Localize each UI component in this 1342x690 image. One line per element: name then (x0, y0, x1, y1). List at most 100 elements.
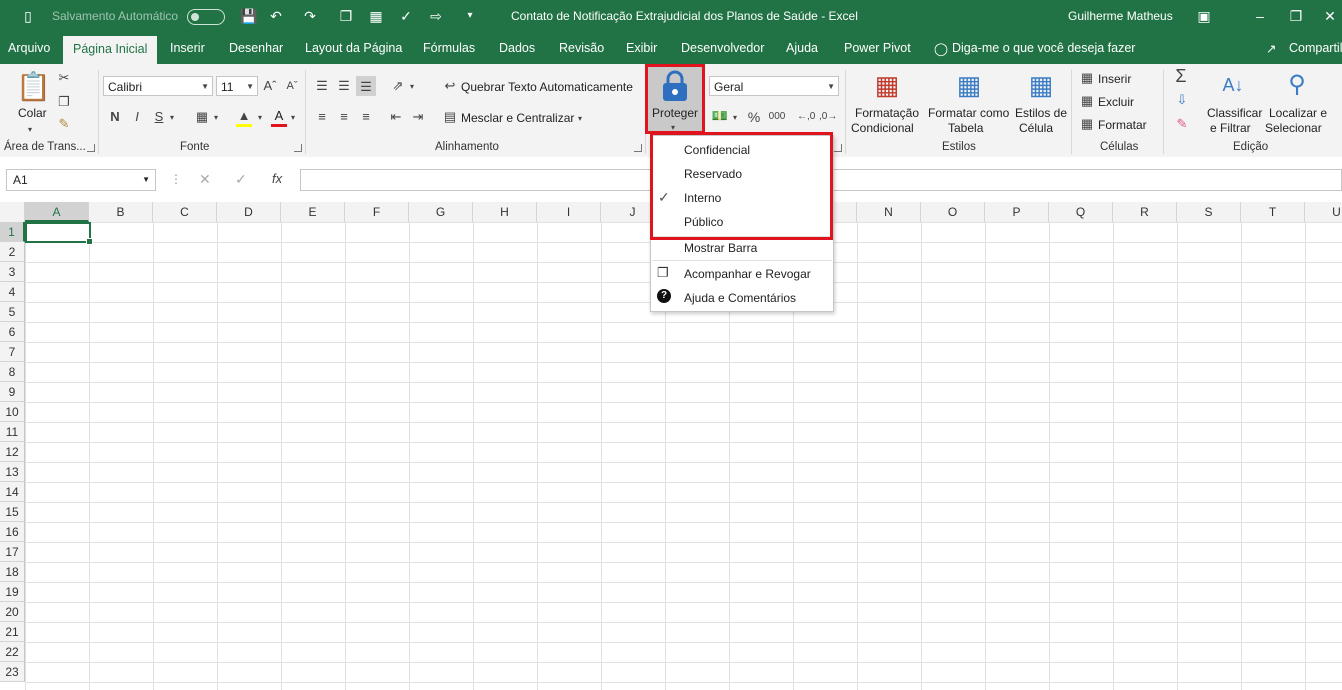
row-header[interactable]: 12 (0, 442, 25, 462)
column-header[interactable]: G (409, 202, 473, 222)
format-painter-icon[interactable]: ✎ (56, 116, 72, 132)
format-as-table-icon[interactable]: ▦ (954, 70, 984, 100)
insert-cells-button[interactable]: Inserir (1098, 72, 1131, 86)
redo-icon[interactable]: ↷ (302, 8, 318, 24)
increase-indent-icon[interactable]: ⇥ (410, 109, 426, 125)
autosave-toggle[interactable] (187, 9, 225, 25)
column-header[interactable]: S (1177, 202, 1241, 222)
shrink-font-icon[interactable]: Aˇ (285, 78, 299, 94)
close-icon[interactable]: ✕ (1322, 8, 1338, 24)
grow-font-icon[interactable]: Aˆ (263, 78, 277, 94)
share-icon[interactable]: ↗ (1266, 41, 1276, 56)
column-header[interactable]: C (153, 202, 217, 222)
sort-filter-icon[interactable]: A↓ (1218, 70, 1248, 100)
copy-icon[interactable]: ❐ (56, 94, 72, 110)
column-header[interactable]: R (1113, 202, 1177, 222)
row-header[interactable]: 2 (0, 242, 25, 262)
tab-exibir[interactable]: Exibir (626, 41, 657, 55)
row-header[interactable]: 3 (0, 262, 25, 282)
align-bottom-icon[interactable]: ☰ (356, 76, 376, 96)
align-top-icon[interactable]: ☰ (314, 78, 330, 94)
font-name-combo[interactable]: Calibri ▼ (103, 76, 213, 96)
format-cells-button[interactable]: Formatar (1098, 118, 1147, 132)
row-header[interactable]: 9 (0, 382, 25, 402)
column-header[interactable]: Q (1049, 202, 1113, 222)
track-revoke-item[interactable]: Acompanhar e Revogar (684, 267, 811, 281)
align-right-icon[interactable]: ≡ (358, 109, 374, 125)
row-header[interactable]: 20 (0, 602, 25, 622)
paste-icon[interactable]: 📋 (16, 70, 51, 104)
borders-dropdown-icon[interactable]: ▾ (214, 110, 218, 126)
save-icon[interactable]: 💾 (240, 8, 257, 24)
tab-ajuda[interactable]: Ajuda (786, 41, 818, 55)
sort-filter-button[interactable]: Classificar (1207, 106, 1262, 121)
share-button[interactable]: Compartil (1289, 41, 1342, 55)
column-header[interactable]: D (217, 202, 281, 222)
wrap-text-button[interactable]: Quebrar Texto Automaticamente (461, 80, 633, 94)
conditional-formatting-icon[interactable]: ▦ (872, 70, 902, 100)
insert-function-icon[interactable]: fx (272, 171, 282, 186)
row-header[interactable]: 19 (0, 582, 25, 602)
row-header[interactable]: 21 (0, 622, 25, 642)
tab-layout[interactable]: Layout da Página (305, 41, 402, 55)
column-header[interactable]: O (921, 202, 985, 222)
column-header[interactable]: P (985, 202, 1049, 222)
help-feedback-item[interactable]: Ajuda e Comentários (684, 291, 796, 305)
row-header[interactable]: 11 (0, 422, 25, 442)
paste-dropdown-icon[interactable]: ▾ (28, 122, 32, 138)
show-bar-item[interactable]: Mostrar Barra (684, 241, 757, 255)
accounting-dropdown-icon[interactable]: ▾ (733, 110, 737, 126)
tab-desenhar[interactable]: Desenhar (229, 41, 283, 55)
customize-quick-access-icon[interactable]: ▾ (462, 8, 478, 24)
decrease-decimal-icon[interactable]: ,0→ (819, 109, 837, 125)
row-header[interactable]: 14 (0, 482, 25, 502)
merge-center-button[interactable]: Mesclar e Centralizar (461, 111, 574, 125)
underline-button[interactable]: S (152, 109, 166, 125)
font-launcher-icon[interactable] (294, 144, 302, 152)
clear-icon[interactable]: ✎ (1174, 116, 1190, 132)
font-color-icon[interactable]: A (271, 108, 287, 127)
selected-cell[interactable] (25, 222, 93, 245)
percent-style-button[interactable]: % (746, 109, 762, 125)
tab-inserir[interactable]: Inserir (170, 41, 205, 55)
clipboard-launcher-icon[interactable] (87, 144, 95, 152)
minimize-icon[interactable]: – (1252, 8, 1268, 24)
delete-cells-button[interactable]: Excluir (1098, 95, 1134, 109)
row-header[interactable]: 23 (0, 662, 25, 682)
row-header[interactable]: 6 (0, 322, 25, 342)
fill-icon[interactable]: ⇩ (1174, 92, 1190, 108)
cancel-formula-icon[interactable]: ✕ (199, 171, 211, 188)
find-select-icon[interactable]: ⚲ (1282, 70, 1312, 100)
conditional-formatting-button[interactable]: Formatação (855, 106, 919, 121)
tab-dados[interactable]: Dados (499, 41, 535, 55)
align-center-icon[interactable]: ≡ (336, 109, 352, 125)
row-header[interactable]: 18 (0, 562, 25, 582)
align-left-icon[interactable]: ≡ (314, 109, 330, 125)
select-all-corner[interactable] (0, 202, 25, 222)
italic-button[interactable]: I (130, 109, 144, 125)
decrease-indent-icon[interactable]: ⇤ (388, 109, 404, 125)
accounting-format-icon[interactable]: 💵 (710, 108, 730, 124)
row-header[interactable]: 5 (0, 302, 25, 322)
cell-styles-button[interactable]: Estilos de (1015, 106, 1067, 121)
orientation-icon[interactable]: ⇗ (390, 78, 406, 94)
column-header[interactable]: N (857, 202, 921, 222)
autosum-icon[interactable]: Σ (1172, 67, 1190, 85)
align-middle-icon[interactable]: ☰ (336, 78, 352, 94)
borders-icon[interactable]: ▦ (194, 109, 210, 125)
column-header[interactable]: B (89, 202, 153, 222)
tab-desenvolvedor[interactable]: Desenvolvedor (681, 41, 764, 55)
underline-dropdown-icon[interactable]: ▾ (170, 110, 174, 126)
tell-me-search[interactable]: Diga-me o que você deseja fazer (952, 41, 1135, 55)
row-header[interactable]: 13 (0, 462, 25, 482)
increase-decimal-icon[interactable]: ←,0 (797, 109, 815, 125)
column-header[interactable]: E (281, 202, 345, 222)
fill-color-icon[interactable]: ▲ (236, 108, 252, 127)
enter-formula-icon[interactable]: ✓ (235, 171, 247, 188)
restore-icon[interactable]: ❐ (1288, 8, 1304, 24)
cut-icon[interactable]: ✂ (56, 70, 72, 86)
row-header[interactable]: 16 (0, 522, 25, 542)
cell-styles-icon[interactable]: ▦ (1026, 70, 1056, 100)
row-header[interactable]: 7 (0, 342, 25, 362)
find-select-button[interactable]: Localizar e (1269, 106, 1327, 121)
